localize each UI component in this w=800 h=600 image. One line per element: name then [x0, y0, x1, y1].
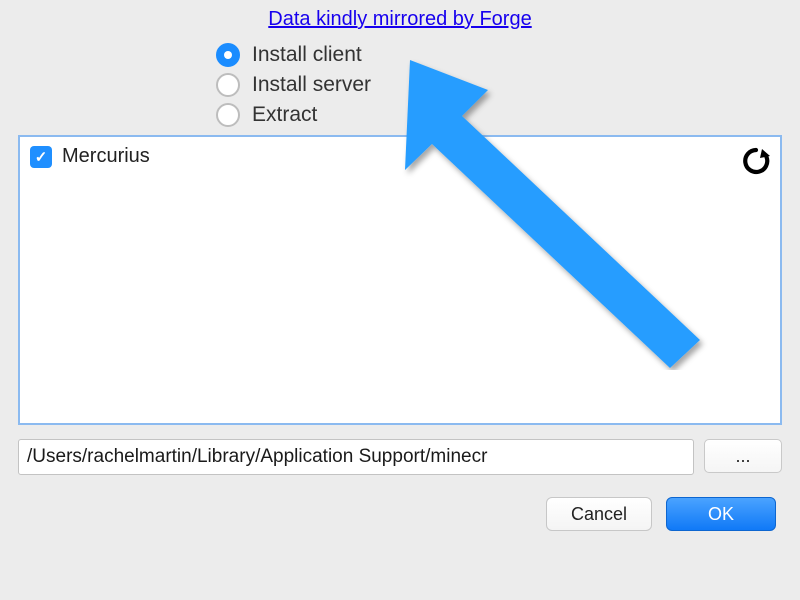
refresh-icon[interactable]: [738, 143, 774, 179]
radio-label: Install server: [252, 73, 371, 97]
radio-icon: [216, 103, 240, 127]
install-path-row: /Users/rachelmartin/Library/Application …: [18, 439, 782, 475]
dialog-button-row: Cancel OK: [0, 497, 776, 531]
mirror-link[interactable]: Data kindly mirrored by Forge: [268, 8, 531, 30]
checkbox-icon[interactable]: ✓: [30, 146, 52, 168]
checkbox-label: Mercurius: [62, 145, 150, 168]
radio-icon: [216, 73, 240, 97]
ok-button[interactable]: OK: [666, 497, 776, 531]
install-path-field[interactable]: /Users/rachelmartin/Library/Application …: [18, 439, 694, 475]
cancel-button[interactable]: Cancel: [546, 497, 652, 531]
radio-label: Install client: [252, 43, 362, 67]
header-link-row: Data kindly mirrored by Forge: [0, 0, 800, 37]
list-item[interactable]: ✓ Mercurius: [20, 137, 780, 176]
radio-install-client[interactable]: Install client: [216, 43, 800, 67]
radio-icon: [216, 43, 240, 67]
radio-extract[interactable]: Extract: [216, 103, 800, 127]
install-mode-radio-group: Install client Install server Extract: [216, 43, 800, 127]
browse-button[interactable]: ...: [704, 439, 782, 473]
radio-label: Extract: [252, 103, 317, 127]
radio-install-server[interactable]: Install server: [216, 73, 800, 97]
optional-components-list: ✓ Mercurius: [18, 135, 782, 425]
